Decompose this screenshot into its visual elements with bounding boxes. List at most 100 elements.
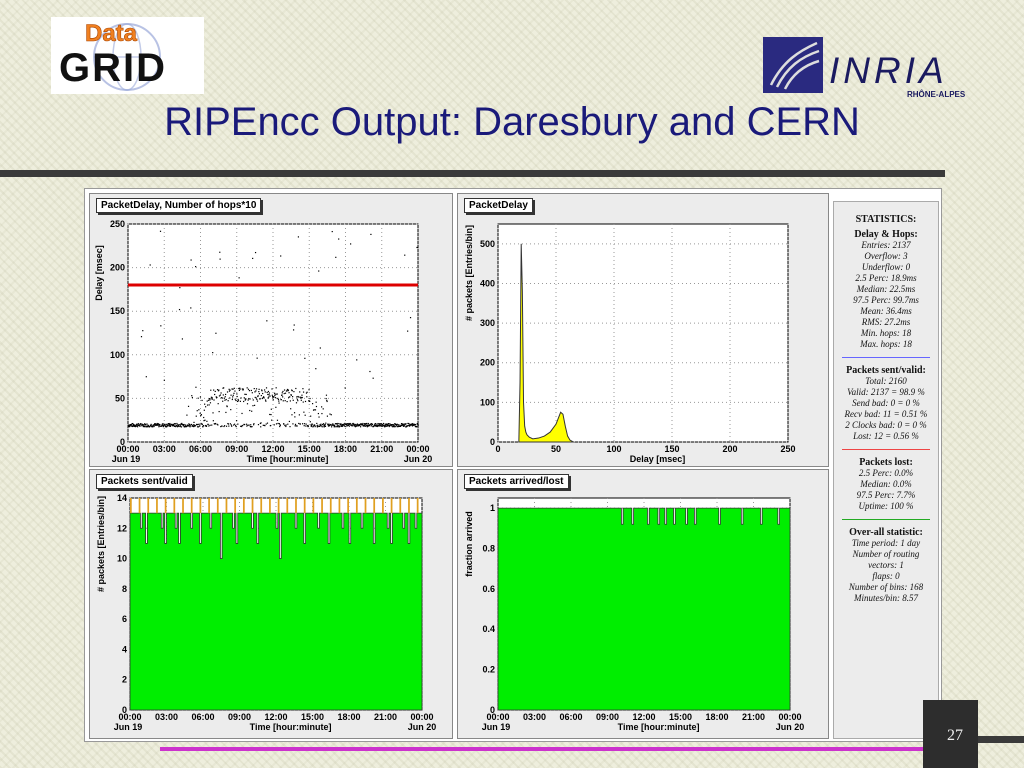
delay-point [245, 398, 247, 400]
delay-point [238, 277, 240, 279]
delay-point [213, 389, 215, 391]
x-tick-label: 15:00 [298, 444, 321, 454]
delay-point [288, 392, 290, 394]
delay-point [181, 338, 184, 340]
y-tick-label: 100 [110, 350, 125, 360]
delay-point [236, 395, 238, 398]
delay-point [197, 423, 199, 426]
delay-hops-plot: 05010015020025000:00 03:00 06:00 09:00 12:00… [94, 219, 432, 464]
delay-point [277, 397, 279, 400]
delay-point [215, 422, 217, 425]
delay-point [322, 408, 324, 410]
delay-point [301, 396, 303, 399]
delay-point [206, 420, 208, 422]
delay-point [252, 257, 254, 260]
delay-point [221, 397, 223, 399]
stat-line: Uptime: 100 % [858, 501, 914, 511]
delay-point [214, 393, 216, 396]
stat-line: Send bad: 0 = 0 % [852, 398, 920, 408]
stats-lost-head: Packets lost: [859, 457, 913, 468]
stats-overall-head: Over-all statistic: [849, 527, 923, 538]
page-number-box: 27 [923, 700, 978, 768]
delay-point [248, 398, 250, 400]
y-tick-label: 400 [480, 278, 495, 288]
delay-point [311, 423, 313, 425]
delay-point [199, 412, 201, 414]
delay-point [179, 287, 181, 289]
delay-point [185, 424, 187, 426]
bin-histogram [129, 512, 423, 711]
delay-point [254, 251, 257, 254]
delay-point [227, 400, 229, 402]
delay-point [286, 390, 288, 392]
delay-point [409, 317, 412, 319]
delay-point [308, 389, 310, 391]
y-tick-label: 10 [117, 554, 127, 564]
delay-point [287, 389, 290, 391]
delay-point [318, 416, 320, 418]
delay-point [306, 391, 308, 393]
delay-point [275, 423, 278, 425]
sent-marker [216, 498, 219, 514]
x-tick-label: 15:00 [301, 712, 324, 722]
sent-marker [199, 498, 202, 514]
delay-point [303, 411, 305, 413]
delay-point [295, 387, 297, 390]
delay-point [153, 425, 155, 428]
stat-line: Mean: 36.4ms [860, 306, 912, 316]
y-axis-label: fraction arrived [464, 511, 474, 577]
delay-point [225, 411, 227, 414]
delay-point [398, 424, 400, 426]
delay-point [319, 347, 321, 349]
x-tick-label: 06:00 [189, 444, 212, 454]
delay-point [289, 396, 291, 398]
y-tick-label: 0.4 [482, 624, 495, 634]
delay-point [196, 410, 198, 412]
delay-point [209, 424, 211, 426]
delay-point [253, 387, 255, 390]
delay-point [338, 238, 340, 240]
x-axis-label: Time [hour:minute] [250, 722, 332, 732]
delay-point [244, 423, 246, 426]
delay-point [245, 393, 247, 396]
x-tick-label: 03:00 [153, 444, 176, 454]
stat-line: 2 Clocks bad: 0 = 0 % [845, 420, 927, 430]
x-tick-label: 200 [722, 444, 737, 454]
delay-point [315, 401, 317, 403]
delay-point [274, 393, 276, 395]
y-tick-label: 300 [480, 318, 495, 328]
delay-point [262, 392, 264, 395]
y-tick-label: 0.6 [482, 584, 495, 594]
delay-point [267, 390, 270, 393]
delay-point [403, 425, 406, 427]
delay-point [214, 390, 216, 393]
delay-point [145, 424, 147, 426]
delay-point [211, 396, 213, 399]
sent-marker [364, 498, 367, 514]
delay-point [271, 394, 273, 396]
delay-point [195, 386, 197, 388]
sent-marker [303, 498, 306, 514]
delay-point [158, 426, 160, 428]
delay-point [206, 404, 209, 406]
delay-point [388, 425, 390, 428]
delay-point [385, 425, 387, 427]
delay-point [222, 394, 224, 396]
delay-point [206, 400, 208, 402]
delay-point [291, 390, 293, 392]
x-tick-label: 18:00 [705, 712, 728, 722]
delay-point [261, 390, 263, 392]
delay-point [235, 420, 238, 422]
delay-point [307, 425, 309, 427]
delay-point [248, 424, 250, 426]
delay-point [340, 423, 342, 425]
y-tick-label: 0 [490, 437, 495, 447]
delay-point [268, 396, 270, 398]
y-tick-label: 4 [122, 644, 127, 654]
delay-point [281, 394, 283, 396]
delay-point [367, 422, 369, 425]
stat-line: Min. hops: 18 [860, 328, 912, 338]
sent-marker [164, 498, 167, 514]
delay-point [221, 425, 223, 427]
delay-point [290, 394, 292, 396]
